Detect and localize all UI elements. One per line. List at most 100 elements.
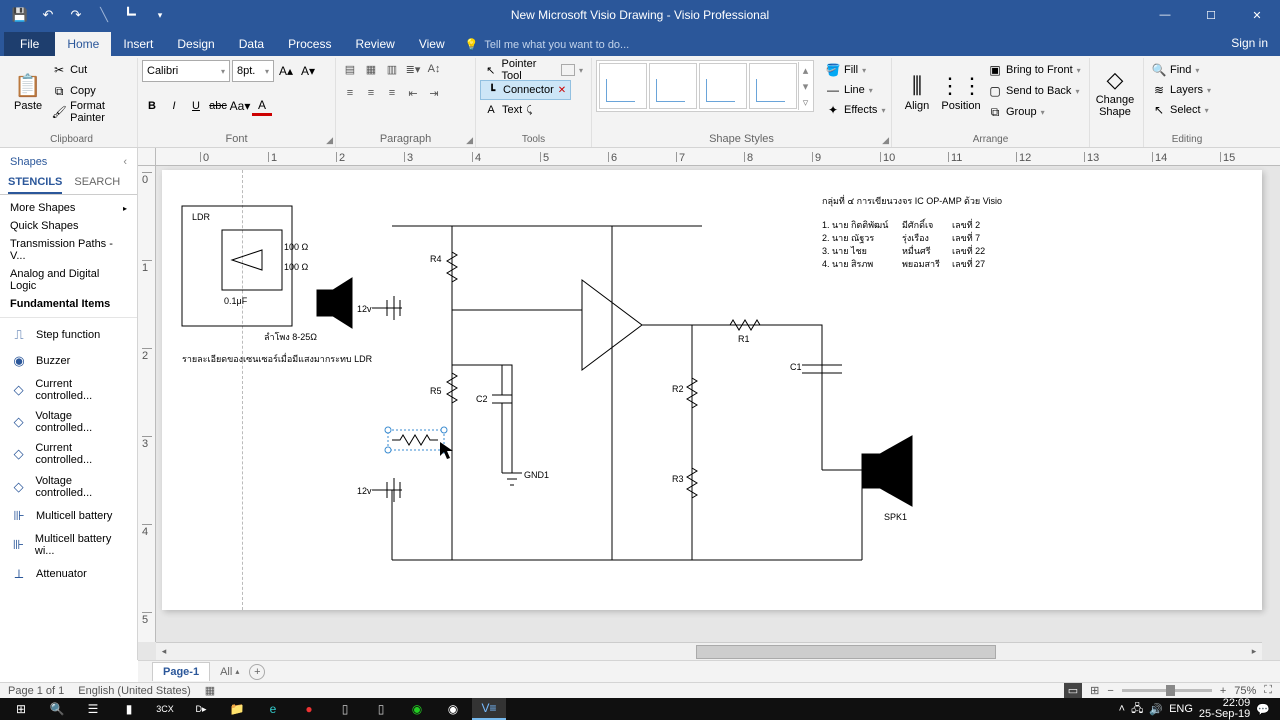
position-button[interactable]: ⋮⋮Position (940, 60, 982, 126)
add-page-button[interactable]: + (249, 664, 265, 680)
shape-item[interactable]: ◇Voltage controlled... (0, 406, 137, 438)
shape-item[interactable]: ⎍Step function (0, 322, 137, 348)
presentation-mode-icon[interactable]: ▭ (1064, 683, 1082, 698)
style-option[interactable] (649, 63, 697, 109)
font-color-button[interactable]: A (252, 96, 272, 116)
tab-process[interactable]: Process (276, 32, 343, 56)
line-app-icon[interactable]: ◉ (400, 698, 434, 720)
text-direction-button[interactable]: A↕ (424, 60, 444, 78)
horizontal-scrollbar[interactable]: ◂ ▸ (156, 642, 1262, 660)
text-tool-button[interactable]: AText⤹ (480, 100, 536, 120)
bring-front-button[interactable]: ▣Bring to Front▾ (984, 60, 1085, 80)
find-button[interactable]: 🔍Find▾ (1148, 60, 1215, 80)
italic-button[interactable]: I (164, 96, 184, 116)
align-center-button[interactable]: ≡ (361, 84, 381, 102)
tab-review[interactable]: Review (343, 32, 406, 56)
tray-clock[interactable]: 22:09 25-Sep-19 (1199, 698, 1250, 720)
start-button[interactable]: ⊞ (4, 698, 38, 720)
scroll-thumb[interactable] (696, 645, 996, 659)
bold-button[interactable]: B (142, 96, 162, 116)
shape-item[interactable]: ◇Current controlled... (0, 374, 137, 406)
drawing-page[interactable]: LDR 100 Ω 100 Ω 0.1μF ลำโพง 8-25Ω 12v R4 (162, 170, 1262, 610)
view-fit-icon[interactable]: ⊞ (1090, 684, 1099, 697)
task-view-icon[interactable]: ☰ (76, 698, 110, 720)
undo-icon[interactable]: ↶ (36, 3, 60, 27)
align-bottom-button[interactable]: ▥ (382, 60, 402, 78)
quick-shapes-item[interactable]: Quick Shapes (0, 217, 137, 235)
send-back-button[interactable]: ▢Send to Back▾ (984, 81, 1085, 101)
align-right-button[interactable]: ≡ (382, 84, 402, 102)
inc-indent-button[interactable]: ⇥ (424, 84, 444, 102)
shrink-font-button[interactable]: A▾ (298, 61, 318, 81)
group-button[interactable]: ⧉Group▾ (984, 102, 1085, 122)
font-size-select[interactable]: 8pt.▾ (232, 60, 274, 82)
record-icon[interactable]: ● (292, 698, 326, 720)
tab-design[interactable]: Design (165, 32, 226, 56)
line-button[interactable]: ―Line▾ (822, 80, 889, 100)
zoom-in-icon[interactable]: + (1220, 685, 1226, 697)
layers-button[interactable]: ≋Layers▾ (1148, 80, 1215, 100)
tab-data[interactable]: Data (227, 32, 276, 56)
shape-item[interactable]: ◉Buzzer (0, 348, 137, 374)
style-option[interactable] (599, 63, 647, 109)
align-middle-button[interactable]: ▦ (361, 60, 381, 78)
tray-chevron-icon[interactable]: ˄ (1119, 703, 1125, 715)
tab-home[interactable]: Home (55, 32, 111, 56)
format-painter-button[interactable]: 🖌Format Painter (48, 102, 133, 122)
copy-button[interactable]: ⧉Copy (48, 81, 133, 101)
stencil-item-active[interactable]: Fundamental Items (0, 295, 137, 313)
zoom-slider[interactable] (1122, 689, 1212, 692)
more-shapes-item[interactable]: More Shapes▸ (0, 199, 137, 217)
file-explorer-icon[interactable]: 📁 (220, 698, 254, 720)
styles-dialog-icon[interactable]: ◢ (882, 135, 889, 146)
language-status[interactable]: English (United States) (78, 685, 191, 697)
select-button[interactable]: ↖Select▾ (1148, 100, 1215, 120)
macro-icon[interactable]: ▦ (205, 684, 215, 697)
style-option[interactable] (749, 63, 797, 109)
shape-item[interactable]: ⟂Attenuator (0, 561, 137, 587)
delete-x-icon[interactable]: ✕ (558, 85, 566, 96)
stencil-item[interactable]: Transmission Paths - V... (0, 235, 137, 265)
keyboard-lang[interactable]: ENG (1169, 703, 1193, 715)
pointer-tool-button[interactable]: ↖Pointer Tool▾ (480, 60, 587, 80)
gallery-more-icon[interactable]: ▴▾▿ (798, 62, 812, 110)
visio-taskbar-icon[interactable]: V≡ (472, 698, 506, 720)
tell-me-search[interactable]: 💡Tell me what you want to do... (457, 33, 638, 56)
cut-button[interactable]: ✂Cut (48, 60, 133, 80)
scroll-right-icon[interactable]: ▸ (1246, 646, 1262, 657)
qat-more-icon[interactable]: ▾ (148, 3, 172, 27)
close-button[interactable]: ✕ (1234, 0, 1280, 30)
redo-icon[interactable]: ↷ (64, 3, 88, 27)
align-button[interactable]: ⫼Align (896, 60, 938, 126)
grow-font-button[interactable]: A▴ (276, 61, 296, 81)
zoom-out-icon[interactable]: − (1107, 685, 1113, 697)
save-icon[interactable]: 💾 (8, 3, 32, 27)
edge-icon[interactable]: e (256, 698, 290, 720)
change-shape-button[interactable]: ◇Change Shape (1094, 60, 1136, 126)
shape-item[interactable]: ◇Voltage controlled... (0, 471, 137, 503)
shape-styles-gallery[interactable]: ▴▾▿ (596, 60, 814, 112)
text-rotate-icon[interactable]: ⤹ (526, 105, 532, 116)
shape-item[interactable]: ⊪Multicell battery wi... (0, 529, 137, 561)
effects-button[interactable]: ✦Effects▾ (822, 100, 889, 120)
dec-indent-button[interactable]: ⇤ (403, 84, 423, 102)
page-tab-1[interactable]: Page-1 (152, 662, 210, 681)
zoom-level[interactable]: 75% (1234, 685, 1256, 697)
font-dialog-icon[interactable]: ◢ (326, 135, 333, 146)
bullets-button[interactable]: ≣▾ (403, 60, 423, 78)
page-tab-all[interactable]: All▴ (220, 666, 239, 678)
rect-icon[interactable] (561, 64, 575, 76)
case-button[interactable]: Aa▾ (230, 96, 250, 116)
connector-mode-icon[interactable]: ┗╸ (120, 3, 144, 27)
sign-in-link[interactable]: Sign in (1231, 36, 1268, 50)
fit-page-icon[interactable]: ⛶ (1264, 684, 1272, 697)
taskbar-app[interactable]: 3CX (148, 698, 182, 720)
minimize-button[interactable]: — (1142, 0, 1188, 30)
stencil-item[interactable]: Analog and Digital Logic (0, 265, 137, 295)
underline-button[interactable]: U (186, 96, 206, 116)
paragraph-dialog-icon[interactable]: ◢ (466, 135, 473, 146)
paste-button[interactable]: 📋Paste (10, 60, 46, 126)
search-tab[interactable]: SEARCH (74, 172, 120, 194)
tab-insert[interactable]: Insert (111, 32, 165, 56)
notifications-icon[interactable]: 💬 (1256, 703, 1270, 716)
